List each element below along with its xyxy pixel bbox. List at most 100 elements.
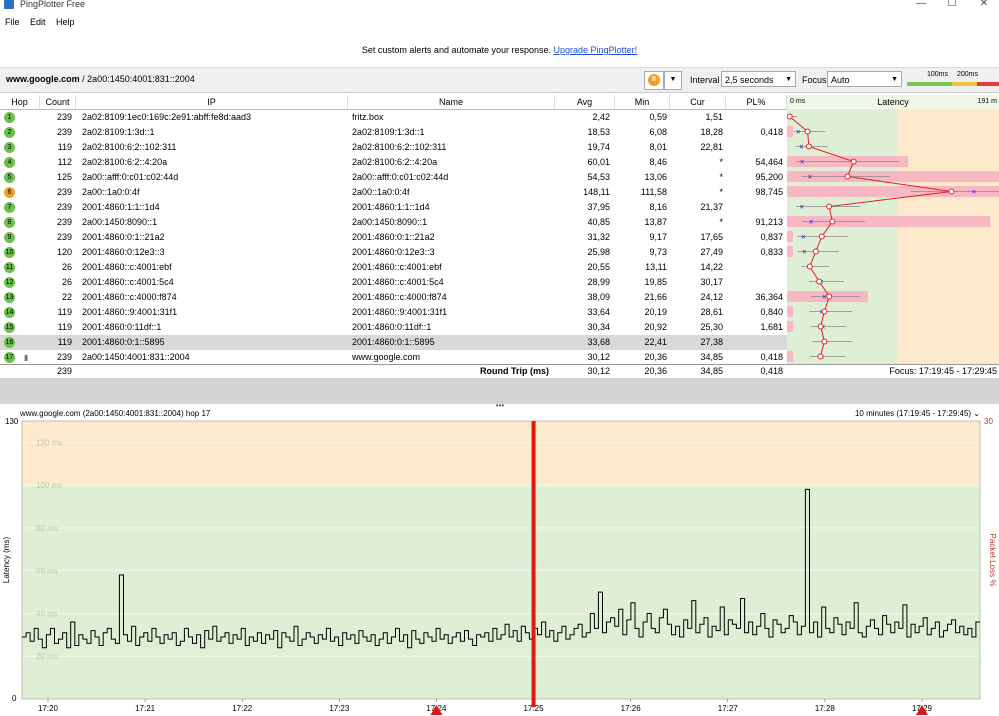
cell-min: 9,73 <box>649 247 667 257</box>
table-row[interactable]: 13 22 2001:4860::c:4000:f874 2001:4860::c:4… <box>0 290 787 305</box>
cell-avg: 37,95 <box>587 202 610 212</box>
col-min[interactable]: Min <box>615 95 670 109</box>
table-row[interactable]: 7 239 2001:4860:1:1::1d4 2001:4860:1:1::1d4… <box>0 200 787 215</box>
focus-select[interactable]: Auto ▼ <box>827 71 902 87</box>
col-count[interactable]: Count <box>40 95 76 109</box>
table-row[interactable]: 2 239 2a02:8109:1:3d::1 2a02:8109:1:3d::1 18… <box>0 125 787 140</box>
col-ip[interactable]: IP <box>76 95 348 109</box>
menu-bar <box>0 14 999 32</box>
table-row[interactable]: 14 119 2001:4860::9:4001:31f1 2001:4860::9:… <box>0 305 787 320</box>
col-latency[interactable]: 0 ms Latency 191 m <box>787 95 999 109</box>
table-row[interactable]: 5 125 2a00::afff:0:c01:c02:44d 2a00::afff:0… <box>0 170 787 185</box>
graph-icon[interactable]: ▮ <box>24 350 36 365</box>
cell-name: www.google.com <box>352 352 421 362</box>
cell-cur: * <box>719 187 723 197</box>
cell-cur: 27,38 <box>700 337 723 347</box>
minimize-button[interactable]: — <box>906 0 936 12</box>
col-pl[interactable]: PL% <box>726 95 787 109</box>
cell-pl: 91,213 <box>755 217 783 227</box>
cell-avg: 20,55 <box>587 262 610 272</box>
avg-point <box>826 293 833 300</box>
hop-number: 4 <box>4 157 15 168</box>
y-axis-min: 0 <box>12 694 17 703</box>
table-row[interactable]: 12 26 2001:4860::c:4001:5c4 2001:4860::c:40… <box>0 275 787 290</box>
cell-avg: 33,68 <box>587 337 610 347</box>
col-name[interactable]: Name <box>348 95 555 109</box>
avg-point <box>948 188 955 195</box>
cell-min: 8,01 <box>649 142 667 152</box>
table-row[interactable]: 10 120 2001:4860:0:12e3::3 2001:4860:0:12e3… <box>0 245 787 260</box>
table-row[interactable]: 6 239 2a00::1a0:0:4f 2a00::1a0:0:4f 148,11 11… <box>0 185 787 200</box>
cell-count: 239 <box>56 232 72 242</box>
hop-number: 17 <box>4 352 15 363</box>
table-row[interactable]: 17 ▮ 239 2a00:1450:4001:831::2004 www.google… <box>0 350 787 365</box>
x-tick-label: 17:28 <box>815 704 836 713</box>
latency-min-label: 0 ms <box>790 98 806 105</box>
cell-count: 26 <box>61 262 72 272</box>
cell-name: 2001:4860::c:4000:f874 <box>352 292 447 302</box>
table-row[interactable]: 3 119 2a02:8100:6:2::102:311 2a02:8100:6:2:… <box>0 140 787 155</box>
col-hop[interactable]: Hop <box>0 95 40 109</box>
pause-button[interactable]: II <box>644 71 664 90</box>
cell-cur: 22,81 <box>700 142 723 152</box>
packet-loss-bar <box>787 351 793 362</box>
cell-min: 21,66 <box>644 292 667 302</box>
hop-number: 6 <box>4 187 15 198</box>
close-button[interactable]: ✕ <box>969 0 999 12</box>
cell-avg: 25,98 <box>587 247 610 257</box>
cur-marker: × <box>799 203 804 212</box>
focus-label: Focus <box>802 75 827 85</box>
col-avg[interactable]: Avg <box>555 95 615 109</box>
menu-help[interactable]: Help <box>56 17 75 27</box>
pause-dropdown[interactable]: ▼ <box>664 71 682 90</box>
table-row[interactable]: 15 119 2001:4860:0:11df::1 2001:4860:0:11df… <box>0 320 787 335</box>
table-row[interactable]: 4 112 2a02:8100:6:2::4:20a 2a02:8100:6:2::4… <box>0 155 787 170</box>
cell-pl: 95,200 <box>755 172 783 182</box>
cell-cur: 28,61 <box>700 307 723 317</box>
x-tick-label: 17:23 <box>329 704 350 713</box>
x-tick-label: 17:20 <box>38 704 59 713</box>
time-range-select[interactable]: 10 minutes (17:19:45 - 17:29:45) ⌄ <box>855 409 980 418</box>
focus-marker[interactable] <box>531 421 536 707</box>
cell-name: 2a02:8100:6:2::102:311 <box>352 142 447 152</box>
cell-avg: 28,99 <box>587 277 610 287</box>
cell-avg: 30,12 <box>587 352 610 362</box>
avg-point <box>821 308 828 315</box>
cell-avg: 31,32 <box>587 232 610 242</box>
table-row[interactable]: 11 26 2001:4860::c:4001:ebf 2001:4860::c:40… <box>0 260 787 275</box>
cell-cur: 25,30 <box>700 322 723 332</box>
packet-loss-bar <box>787 231 793 242</box>
y2-axis-max: 30 <box>984 417 993 426</box>
grid-label: 120 ms <box>36 438 62 447</box>
avg-point <box>787 113 793 120</box>
cell-min: 111,58 <box>640 187 667 197</box>
table-row[interactable]: 9 239 2001:4860:0:1::21a2 2001:4860:0:1::21… <box>0 230 787 245</box>
cell-min: 9,17 <box>649 232 667 242</box>
zone-green <box>22 485 980 699</box>
cell-ip: 2a02:8109:1ec0:169c:2e91:abff:fe8d:aad3 <box>82 112 251 122</box>
x-tick-label: 17:26 <box>621 704 642 713</box>
cell-pl <box>726 140 783 155</box>
avg-point <box>817 353 824 360</box>
menu-edit[interactable]: Edit <box>30 17 46 27</box>
cell-ip: 2a00::afff:0:c01:c02:44d <box>82 172 179 182</box>
target-ip: / 2a00:1450:4001:831::2004 <box>79 74 195 84</box>
table-row[interactable]: 8 239 2a00:1450:8090::1 2a00:1450:8090::1 40… <box>0 215 787 230</box>
menu-file[interactable]: File <box>5 17 20 27</box>
col-cur[interactable]: Cur <box>670 95 726 109</box>
cell-name: 2a02:8100:6:2::4:20a <box>352 157 438 167</box>
table-row[interactable]: 1 239 2a02:8109:1ec0:169c:2e91:abff:fe8d:a… <box>0 110 787 125</box>
interval-select[interactable]: 2,5 seconds ▼ <box>721 71 796 87</box>
maximize-button[interactable]: ☐ <box>937 0 967 12</box>
upgrade-link[interactable]: Upgrade PingPlotter! <box>554 45 638 55</box>
table-row[interactable]: 16 119 2001:4860:0:1::5895 2001:4860:0:1::5… <box>0 335 787 350</box>
cell-avg: 38,09 <box>587 292 610 302</box>
legend-200: 200ms <box>957 71 979 78</box>
cell-min: 6,08 <box>649 127 667 137</box>
cell-pl <box>726 335 783 350</box>
cell-pl: 98,745 <box>755 187 783 197</box>
avg-point <box>821 338 828 345</box>
app-icon <box>4 0 14 9</box>
avg-point <box>812 248 819 255</box>
y-axis-max: 130 <box>5 417 19 426</box>
